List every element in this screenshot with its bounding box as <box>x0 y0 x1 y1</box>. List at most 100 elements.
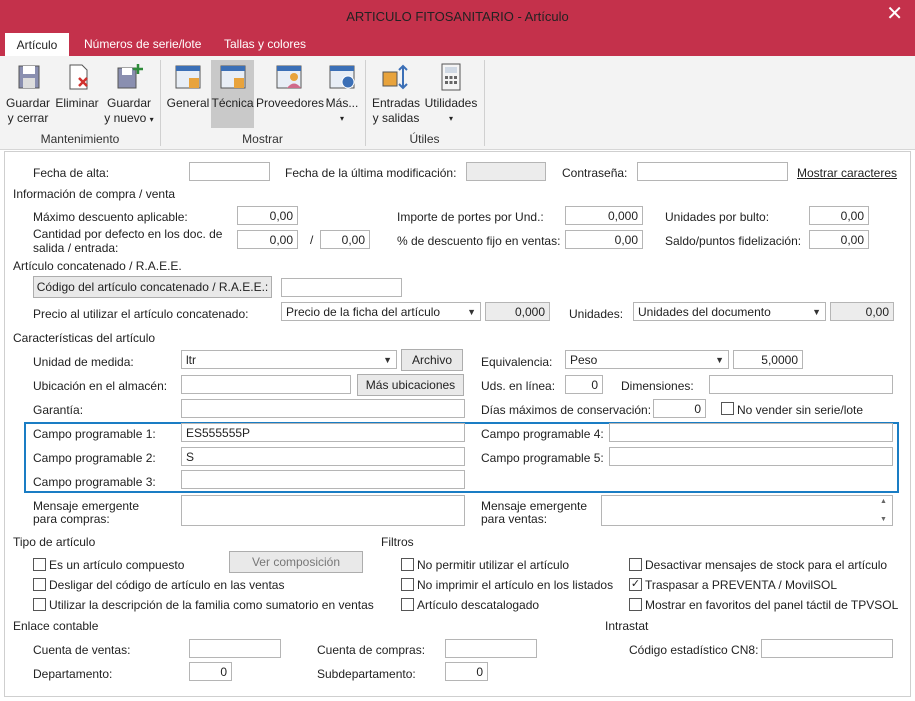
window-title: ARTICULO FITOSANITARIO - Artículo <box>346 9 569 24</box>
compuesto-checkbox[interactable] <box>33 558 46 571</box>
contrasena-field[interactable] <box>637 162 788 181</box>
desc-fijo-field[interactable]: 0,00 <box>565 230 643 249</box>
entradas-salidas-button[interactable]: Entradas y salidas <box>370 60 422 126</box>
save-icon <box>18 65 40 89</box>
codigo-concatenado-button[interactable]: Código del artículo concatenado / R.A.E.… <box>33 276 272 298</box>
concat-section-title: Artículo concatenado / R.A.E.E. <box>13 259 182 273</box>
tab-articulo[interactable]: Artículo <box>4 32 70 56</box>
utilizar-descripcion-checkbox[interactable] <box>33 598 46 611</box>
departamento-field[interactable]: 0 <box>189 662 232 681</box>
cantidad-label-1: Cantidad por defecto en los doc. de <box>33 227 223 241</box>
ubicacion-field[interactable] <box>181 375 351 394</box>
campo-2-field[interactable]: S <box>181 447 465 466</box>
traspasar-checkbox[interactable]: ✓ <box>629 578 642 591</box>
eliminar-button[interactable]: Eliminar <box>54 60 100 111</box>
delete-document-icon <box>69 64 88 90</box>
guardar-nuevo-label-1: Guardar <box>106 96 152 110</box>
group-mostrar: Mostrar <box>242 132 283 146</box>
campo-3-field[interactable] <box>181 470 465 489</box>
subdepartamento-field[interactable]: 0 <box>445 662 488 681</box>
close-icon[interactable]: ✕ <box>886 4 903 24</box>
mensaje-compras-label-2: para compras: <box>33 512 110 526</box>
equivalencia-field[interactable]: 5,0000 <box>733 350 803 369</box>
general-label: General <box>166 96 210 110</box>
campo-1-field[interactable]: ES555555P <box>181 423 465 442</box>
enlace-section-title: Enlace contable <box>13 619 99 633</box>
equivalencia-select[interactable]: Peso ▼ <box>565 350 729 369</box>
max-desc-label: Máximo descuento aplicable: <box>33 210 188 224</box>
chevron-down-icon: ▼ <box>383 355 392 365</box>
desactivar-checkbox[interactable] <box>629 558 642 571</box>
saldo-field[interactable]: 0,00 <box>809 230 869 249</box>
no-permitir-checkbox[interactable] <box>401 558 414 571</box>
unidades-select[interactable]: Unidades del documento ▼ <box>633 302 826 321</box>
tab-tallas-colores[interactable]: Tallas y colores <box>212 32 318 56</box>
dimensiones-label: Dimensiones: <box>621 379 694 393</box>
guardar-cerrar-button[interactable]: Guardar y cerrar <box>4 60 52 126</box>
guardar-cerrar-label-2: y cerrar <box>7 111 49 125</box>
ver-composicion-button[interactable]: Ver composición <box>229 551 363 573</box>
group-utiles: Útiles <box>409 132 440 146</box>
garantia-field[interactable] <box>181 399 465 418</box>
max-desc-field[interactable]: 0,00 <box>237 206 298 225</box>
codigo-concatenado-field[interactable] <box>281 278 402 297</box>
proveedores-button[interactable]: Proveedores <box>256 60 324 111</box>
cantidad-salida-field[interactable]: 0,00 <box>237 230 298 249</box>
campo-4-field[interactable] <box>609 423 893 442</box>
compra-section-title: Información de compra / venta <box>13 187 176 201</box>
mostrar-caracteres-link[interactable]: Mostrar caracteres <box>797 166 897 180</box>
chevron-down-icon: ▼ <box>812 307 821 317</box>
tecnica-button[interactable]: Técnica <box>211 60 254 128</box>
equivalencia-value: Peso <box>570 353 598 367</box>
unidad-medida-select[interactable]: ltr ▼ <box>181 350 397 369</box>
ubicacion-label: Ubicación en el almacén: <box>33 379 168 393</box>
garantia-label: Garantía: <box>33 403 84 417</box>
fecha-mod-label: Fecha de la última modificación: <box>285 166 457 180</box>
uds-linea-field[interactable]: 0 <box>565 375 603 394</box>
bulto-label: Unidades por bulto: <box>665 210 770 224</box>
cuenta-compras-field[interactable] <box>445 639 537 658</box>
mas-button[interactable]: Más... ▾ <box>324 60 360 126</box>
utilidades-button[interactable]: Utilidades ▾ <box>424 60 478 126</box>
traspasar-label: Traspasar a PREVENTA / MovilSOL <box>645 578 838 592</box>
archivo-button[interactable]: Archivo <box>401 349 463 371</box>
fecha-alta-field[interactable] <box>189 162 270 181</box>
mostrar-favoritos-checkbox[interactable] <box>629 598 642 611</box>
cuenta-ventas-label: Cuenta de ventas: <box>33 643 131 657</box>
cn8-field[interactable] <box>761 639 893 658</box>
cuenta-ventas-field[interactable] <box>189 639 281 658</box>
mensaje-ventas-field[interactable] <box>601 495 893 526</box>
dias-conservacion-field[interactable]: 0 <box>653 399 706 418</box>
tecnica-label: Técnica <box>211 96 254 110</box>
desactivar-label: Desactivar mensajes de stock para el art… <box>645 558 888 572</box>
cantidad-label-2: salida / entrada: <box>33 241 119 255</box>
campo-5-field[interactable] <box>609 447 893 466</box>
general-button[interactable]: General <box>166 60 210 111</box>
campo-3-label: Campo programable 3: <box>33 475 156 489</box>
calculator-icon <box>441 63 461 91</box>
bulto-field[interactable]: 0,00 <box>809 206 869 225</box>
unidades-value: Unidades del documento <box>638 305 771 319</box>
precio-concat-select[interactable]: Precio de la ficha del artículo ▼ <box>281 302 481 321</box>
mas-ubicaciones-button[interactable]: Más ubicaciones <box>357 374 464 396</box>
cuenta-compras-label: Cuenta de compras: <box>317 643 426 657</box>
mensaje-compras-field[interactable] <box>181 495 465 526</box>
dimensiones-field[interactable] <box>709 375 893 394</box>
equivalencia-label: Equivalencia: <box>481 355 553 369</box>
desligar-checkbox[interactable] <box>33 578 46 591</box>
cantidad-entrada-field[interactable]: 0,00 <box>320 230 370 249</box>
mensaje-compras-label-1: Mensaje emergente <box>33 499 140 513</box>
descatalogado-checkbox[interactable] <box>401 598 414 611</box>
no-vender-checkbox[interactable] <box>721 402 734 415</box>
guardar-nuevo-button[interactable]: Guardar y nuevo ▾ <box>102 60 156 127</box>
unidad-medida-label: Unidad de medida: <box>33 355 134 369</box>
suppliers-icon <box>276 65 302 89</box>
scroll-arrows-icon[interactable]: ▲ ▼ <box>880 497 887 524</box>
no-imprimir-checkbox[interactable] <box>401 578 414 591</box>
portes-field[interactable]: 0,000 <box>565 206 643 225</box>
campo-2-label: Campo programable 2: <box>33 451 156 465</box>
mas-dropdown-icon: ▾ <box>339 114 344 123</box>
precio-concat-amount: 0,000 <box>485 302 550 321</box>
unidad-medida-value: ltr <box>186 353 196 367</box>
tab-numeros-serie[interactable]: Números de serie/lote <box>72 32 213 56</box>
